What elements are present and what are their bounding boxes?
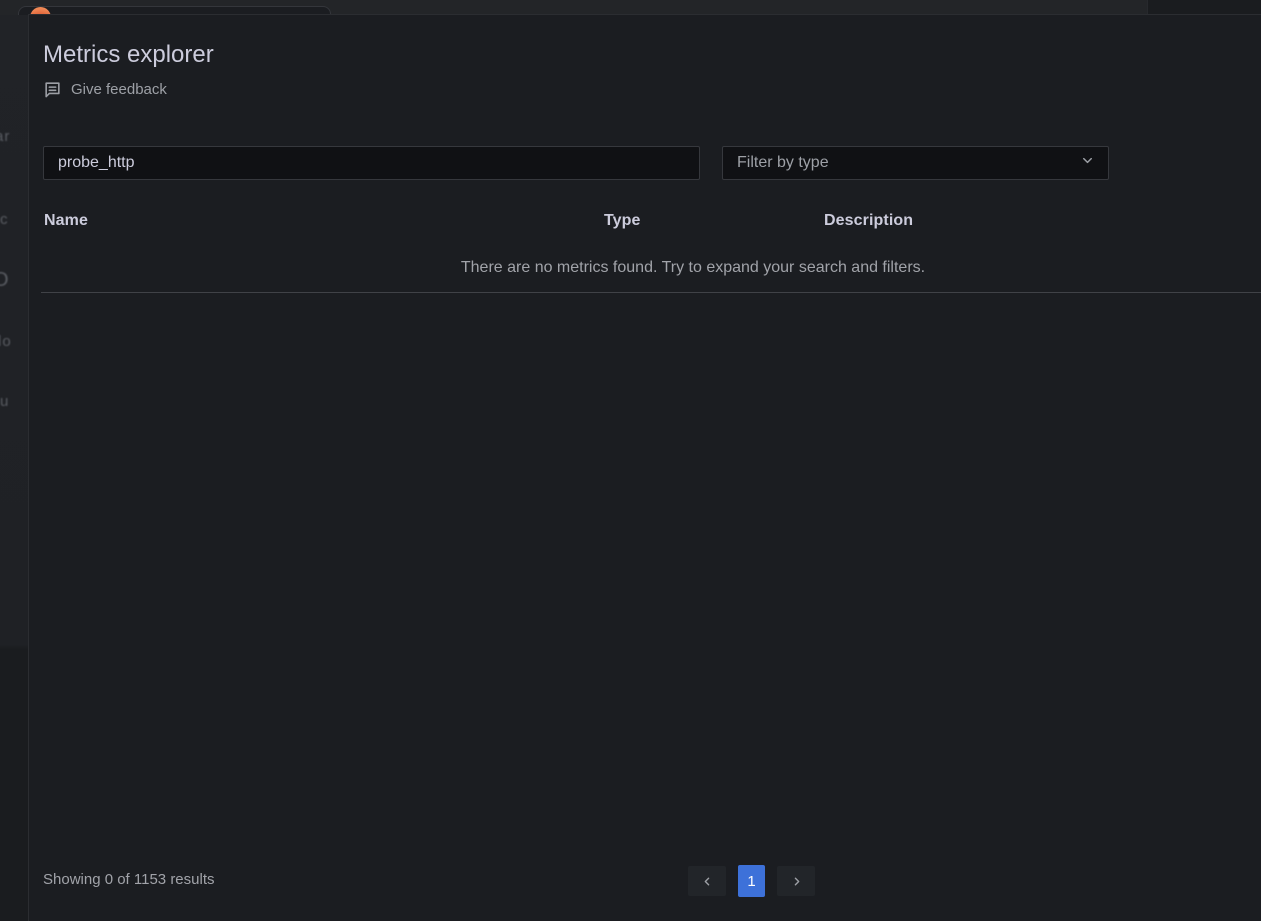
drawer-backdrop-top[interactable]	[0, 0, 1261, 15]
results-summary: Showing 0 of 1153 results	[43, 871, 215, 888]
chevron-right-icon	[790, 875, 803, 888]
background-text-fragment: lo	[0, 333, 12, 350]
type-filter-placeholder: Filter by type	[737, 154, 829, 171]
drawer-backdrop-left[interactable]: ar c O lo u	[0, 15, 28, 921]
next-page-button[interactable]	[777, 866, 815, 896]
column-header-description: Description	[824, 212, 914, 229]
background-text-fragment: O	[0, 269, 10, 291]
column-header-name: Name	[44, 212, 88, 229]
chevron-left-icon	[701, 875, 714, 888]
metrics-explorer-drawer: Metrics explorer Give feedback Filter by…	[28, 14, 1261, 921]
background-text-fragment: c	[0, 211, 9, 228]
chevron-down-icon	[1080, 153, 1095, 173]
page-title: Metrics explorer	[43, 41, 214, 68]
give-feedback-link[interactable]: Give feedback	[43, 80, 167, 99]
background-panel-edge	[1147, 0, 1261, 15]
metric-search-input[interactable]	[43, 146, 700, 180]
column-header-type: Type	[604, 212, 641, 229]
table-empty-state: There are no metrics found. Try to expan…	[41, 244, 1261, 293]
table-header-row: Name Type Description	[43, 212, 1261, 244]
metrics-table: Name Type Description There are no metri…	[41, 212, 1261, 293]
filter-controls: Filter by type	[43, 146, 1245, 180]
empty-state-message: There are no metrics found. Try to expan…	[460, 259, 926, 276]
page-1-button[interactable]: 1	[738, 865, 765, 897]
background-text-fragment: ar	[0, 128, 11, 145]
pagination: 1	[688, 865, 815, 897]
background-text-fragment: u	[0, 393, 10, 410]
type-filter-select[interactable]: Filter by type	[722, 146, 1109, 180]
previous-page-button[interactable]	[688, 866, 726, 896]
give-feedback-label: Give feedback	[71, 81, 167, 98]
comment-icon	[43, 80, 62, 99]
